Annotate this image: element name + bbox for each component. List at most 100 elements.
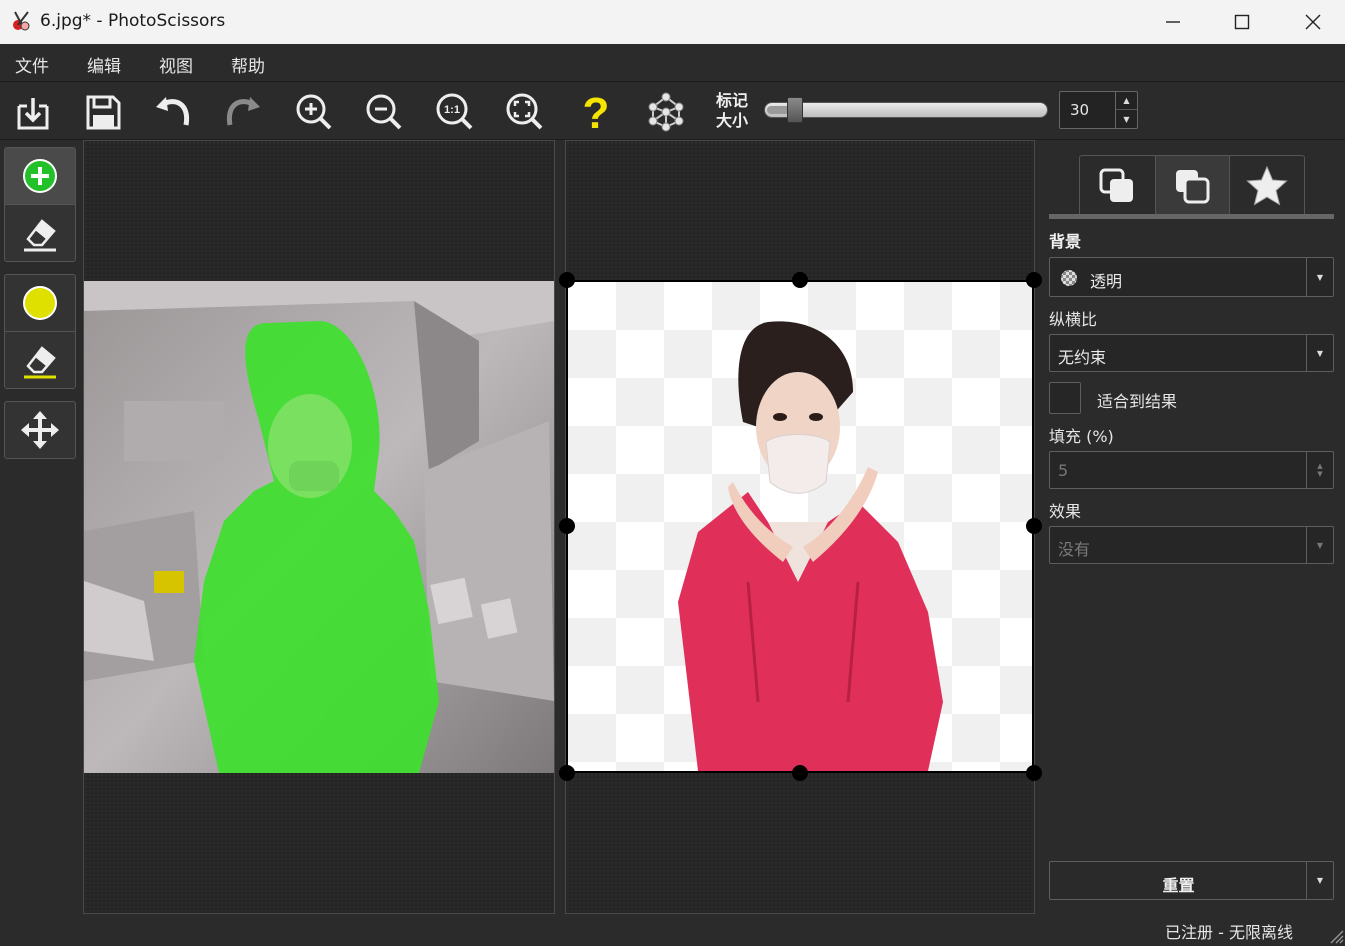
add-marker-tool[interactable] <box>5 148 75 204</box>
open-button[interactable] <box>8 87 58 137</box>
fit-to-result-label: 适合到结果 <box>1097 392 1178 411</box>
remove-eraser-tool[interactable] <box>5 332 75 388</box>
marker-size-slider[interactable] <box>764 102 1048 118</box>
undo-button[interactable] <box>148 87 198 137</box>
fill-decrement-button[interactable]: ▼ <box>1317 470 1322 478</box>
minimize-icon <box>1166 21 1180 23</box>
effects-tab[interactable] <box>1229 156 1304 215</box>
minimize-button[interactable] <box>1141 0 1205 44</box>
save-button[interactable] <box>78 87 128 137</box>
reset-dropdown[interactable]: ▼ <box>1306 862 1333 899</box>
aspect-ratio-select[interactable]: 无约束 ▼ <box>1049 334 1334 372</box>
menu-view[interactable]: 视图 <box>159 52 193 77</box>
help-glyph: ? <box>583 90 610 134</box>
maximize-button[interactable] <box>1210 0 1274 44</box>
zoom-in-button[interactable] <box>289 87 339 137</box>
window-title: 6.jpg* - PhotoScissors <box>40 11 226 31</box>
menu-file[interactable]: 文件 <box>15 52 49 77</box>
remove-marker-tool[interactable] <box>5 275 75 331</box>
fill-label: 填充 (%) <box>1049 427 1114 446</box>
crop-handle-top-right[interactable] <box>1026 272 1042 288</box>
menu-help[interactable]: 帮助 <box>231 52 265 77</box>
toolbar: 1:1 ? 标记 大小 30 ▲ ▼ <box>0 82 1345 140</box>
marker-size-label: 标记 大小 <box>716 91 748 131</box>
fill-spin-buttons[interactable]: ▲ ▼ <box>1306 452 1333 488</box>
foreground-tool-group <box>4 147 76 262</box>
registration-status: 已注册 - 无限离线 <box>1165 923 1293 942</box>
fill-spinbox[interactable]: 5 ▲ ▼ <box>1049 451 1334 489</box>
close-icon <box>1305 14 1321 30</box>
close-button[interactable] <box>1281 0 1345 44</box>
fill-value[interactable]: 5 <box>1058 461 1068 480</box>
result-image[interactable] <box>566 280 1034 773</box>
aspect-ratio-select-value: 无约束 <box>1058 348 1107 367</box>
menu-bar: 文件 编辑 视图 帮助 <box>0 44 1345 82</box>
crop-handle-bottom-left[interactable] <box>559 765 575 781</box>
background-select-dropdown[interactable]: ▼ <box>1306 258 1333 296</box>
star-icon <box>1246 165 1288 206</box>
crop-handle-top-left[interactable] <box>559 272 575 288</box>
background-select-value: 透明 <box>1090 272 1123 291</box>
save-icon <box>86 95 121 130</box>
open-icon <box>17 98 49 130</box>
move-tool[interactable] <box>5 402 75 458</box>
source-image[interactable] <box>84 281 554 773</box>
remove-marker-icon <box>23 286 57 320</box>
background-tool-group <box>4 274 76 389</box>
crop-handle-bottom-right[interactable] <box>1026 765 1042 781</box>
effect-dropdown[interactable]: ▼ <box>1306 527 1333 563</box>
background-select[interactable]: 透明 ▼ <box>1049 257 1334 297</box>
marker-size-decrement-button[interactable]: ▼ <box>1116 110 1137 128</box>
marker-size-label-line1: 标记 <box>716 91 749 110</box>
redo-icon <box>226 97 260 126</box>
fill-increment-button[interactable]: ▲ <box>1317 462 1322 470</box>
effect-label: 效果 <box>1049 502 1082 521</box>
aspect-ratio-label: 纵横比 <box>1049 310 1098 329</box>
effect-select[interactable]: 没有 ▼ <box>1049 526 1334 564</box>
tab-underline <box>1049 214 1334 219</box>
add-eraser-tool[interactable] <box>5 205 75 261</box>
aspect-ratio-dropdown[interactable]: ▼ <box>1306 335 1333 371</box>
redo-button[interactable] <box>218 87 268 137</box>
add-marker-icon <box>23 159 57 193</box>
move-icon <box>21 411 59 449</box>
undo-icon <box>156 97 190 126</box>
reset-label: 重置 <box>1162 876 1195 895</box>
marker-size-slider-thumb[interactable] <box>787 97 803 123</box>
zoom-fit-icon <box>506 93 543 130</box>
network-icon <box>648 92 684 132</box>
foreground-layers-icon <box>1176 169 1210 203</box>
effect-select-value: 没有 <box>1058 540 1091 559</box>
marker-size-label-line2: 大小 <box>716 111 749 130</box>
result-photo <box>678 321 943 771</box>
panel-tabs <box>1079 155 1305 215</box>
marker-size-spinbox[interactable]: 30 ▲ ▼ <box>1059 91 1138 129</box>
crop-handle-right[interactable] <box>1026 518 1042 534</box>
maximize-icon <box>1234 14 1250 30</box>
background-tab[interactable] <box>1080 156 1155 215</box>
zoom-in-icon <box>296 94 332 130</box>
zoom-fit-button[interactable] <box>500 87 550 137</box>
reset-button[interactable]: 重置 ▼ <box>1049 861 1334 900</box>
crop-handle-top[interactable] <box>792 272 808 288</box>
fit-to-result-checkbox[interactable] <box>1049 382 1081 414</box>
marker-size-value[interactable]: 30 <box>1070 101 1089 119</box>
help-button[interactable]: ? <box>571 87 621 137</box>
zoom-out-button[interactable] <box>359 87 409 137</box>
foreground-tab[interactable] <box>1154 156 1230 215</box>
crop-handle-bottom[interactable] <box>792 765 808 781</box>
network-button[interactable] <box>641 87 691 137</box>
zoom-out-icon <box>366 94 402 130</box>
eraser-icon <box>24 219 56 252</box>
zoom-actual-icon: 1:1 <box>436 93 473 130</box>
move-tool-group <box>4 401 76 459</box>
resize-grip-icon[interactable] <box>1326 926 1344 944</box>
photoscissors-app-icon <box>13 11 30 31</box>
zoom-actual-label: 1:1 <box>444 104 460 116</box>
menu-edit[interactable]: 编辑 <box>87 52 121 77</box>
transparent-swatch-icon <box>1061 270 1077 286</box>
zoom-actual-button[interactable]: 1:1 <box>430 87 480 137</box>
source-photo <box>84 281 554 773</box>
crop-handle-left[interactable] <box>559 518 575 534</box>
marker-size-increment-button[interactable]: ▲ <box>1116 92 1137 110</box>
